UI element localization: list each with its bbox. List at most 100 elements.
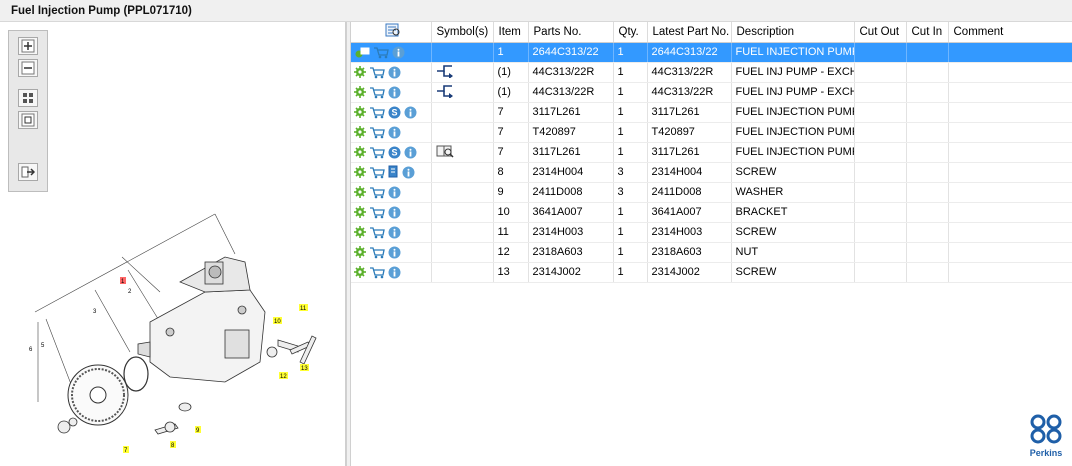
table-row[interactable]: S 7 3117L261 1 3117L261 FUEL INJECTION P… (351, 102, 1072, 123)
configure-icon[interactable] (354, 206, 366, 218)
exploded-parts-diagram[interactable]: 4 1 2 3 5 6 7 8 9 10 11 12 13 (10, 212, 330, 462)
configure-icon[interactable] (354, 166, 366, 178)
cut-in-cell (906, 102, 949, 123)
latest-part-number-cell: 44C313/22R (647, 82, 732, 103)
add-to-cart-icon[interactable] (369, 66, 385, 79)
description-cell: SCREW (731, 162, 855, 183)
info-icon[interactable] (388, 226, 401, 239)
configure-icon[interactable] (354, 226, 366, 238)
item-cell: 1 (493, 42, 529, 63)
add-to-cart-icon[interactable] (369, 86, 385, 99)
add-to-cart-icon[interactable] (369, 266, 385, 279)
configure-icon[interactable] (354, 66, 366, 78)
configure-icon[interactable] (354, 186, 366, 198)
header-latest-part-no[interactable]: Latest Part No. (647, 22, 732, 43)
service-s-icon[interactable]: S (388, 146, 401, 159)
part-number-cell: 2318A603 (528, 242, 614, 263)
latest-part-number-cell: 44C313/22R (647, 62, 732, 83)
description-cell: FUEL INJECTION PUMP G (731, 122, 855, 143)
configure-icon[interactable] (354, 86, 366, 98)
document-icon[interactable] (388, 165, 399, 179)
table-row[interactable]: 9 2411D008 3 2411D008 WASHER (351, 182, 1072, 203)
header-description[interactable]: Description (731, 22, 855, 43)
info-icon[interactable] (388, 186, 401, 199)
callout-12[interactable]: 12 (280, 374, 287, 380)
zoom-in-button[interactable] (18, 37, 38, 55)
info-icon[interactable] (388, 246, 401, 259)
header-actions[interactable] (351, 22, 432, 43)
table-row[interactable]: 11 2314H003 1 2314H003 SCREW (351, 222, 1072, 243)
callout-11[interactable]: 11 (300, 306, 307, 312)
info-icon[interactable] (392, 46, 405, 59)
add-to-cart-icon[interactable] (369, 146, 385, 159)
info-icon[interactable] (388, 126, 401, 139)
add-to-cart-icon[interactable] (369, 186, 385, 199)
fit-all-icon (23, 93, 33, 103)
latest-part-number-cell: 2411D008 (647, 182, 732, 203)
symbol-cell (431, 122, 494, 143)
configure-icon[interactable] (354, 146, 366, 158)
configure-icon[interactable] (354, 266, 366, 278)
configure-icon[interactable] (354, 246, 366, 258)
selected-part-icon[interactable] (354, 46, 370, 59)
configure-icon[interactable] (354, 106, 366, 118)
add-to-cart-icon[interactable] (373, 46, 389, 59)
info-icon[interactable] (402, 166, 415, 179)
add-to-cart-icon[interactable] (369, 246, 385, 259)
header-cut-out[interactable]: Cut Out (854, 22, 907, 43)
configure-icon[interactable] (354, 126, 366, 138)
info-icon[interactable] (388, 66, 401, 79)
table-row[interactable]: 12 2318A603 1 2318A603 NUT (351, 242, 1072, 263)
actual-size-button[interactable] (18, 111, 38, 129)
callout-4[interactable]: 4 (214, 212, 218, 213)
header-parts-no[interactable]: Parts No. (528, 22, 614, 43)
comment-cell (948, 262, 1072, 283)
fit-all-button[interactable] (18, 89, 38, 107)
symbol-cell (431, 262, 494, 283)
table-row[interactable]: 13 2314J002 1 2314J002 SCREW (351, 262, 1072, 283)
item-cell: (1) (493, 62, 529, 83)
zoom-out-button[interactable] (18, 59, 38, 77)
add-to-cart-icon[interactable] (369, 106, 385, 119)
table-row[interactable]: S 7 3117L261 1 3117L261 FUEL INJECTION P… (351, 142, 1072, 163)
cut-in-cell (906, 182, 949, 203)
info-icon[interactable] (388, 86, 401, 99)
row-actions (351, 122, 432, 143)
qty-cell: 1 (613, 122, 648, 143)
table-row[interactable]: 10 3641A007 1 3641A007 BRACKET (351, 202, 1072, 223)
add-to-cart-icon[interactable] (369, 206, 385, 219)
table-row[interactable]: (1) 44C313/22R 1 44C313/22R FUEL INJ PUM… (351, 62, 1072, 83)
item-cell: 8 (493, 162, 529, 183)
table-row[interactable]: (1) 44C313/22R 1 44C313/22R FUEL INJ PUM… (351, 82, 1072, 103)
info-icon[interactable] (388, 206, 401, 219)
header-qty[interactable]: Qty. (613, 22, 648, 43)
header-row: Symbol(s) Item Parts No. Qty. Latest Par… (351, 22, 1072, 43)
callout-10[interactable]: 10 (274, 319, 281, 325)
info-icon[interactable] (388, 266, 401, 279)
latest-part-number-cell: 3641A007 (647, 202, 732, 223)
info-icon[interactable] (404, 146, 417, 159)
callout-5[interactable]: 5 (41, 343, 45, 349)
table-row[interactable]: 7 T420897 1 T420897 FUEL INJECTION PUMP … (351, 122, 1072, 143)
qty-cell: 1 (613, 262, 648, 283)
export-button[interactable] (18, 163, 38, 181)
header-symbols[interactable]: Symbol(s) (431, 22, 494, 43)
callout-3[interactable]: 3 (93, 309, 97, 315)
cut-in-cell (906, 262, 949, 283)
description-cell: SCREW (731, 262, 855, 283)
info-icon[interactable] (404, 106, 417, 119)
callout-6[interactable]: 6 (29, 347, 33, 353)
add-to-cart-icon[interactable] (369, 226, 385, 239)
table-row[interactable]: 1 2644C313/22 1 2644C313/22 FUEL INJECTI… (351, 42, 1072, 63)
callout-2[interactable]: 2 (128, 289, 132, 295)
service-s-icon[interactable]: S (388, 106, 401, 119)
header-item[interactable]: Item (493, 22, 529, 43)
add-to-cart-icon[interactable] (369, 126, 385, 139)
table-row[interactable]: 8 2314H004 3 2314H004 SCREW (351, 162, 1072, 183)
header-comment[interactable]: Comment (948, 22, 1072, 43)
qty-cell: 1 (613, 102, 648, 123)
callout-13[interactable]: 13 (301, 366, 308, 372)
header-cut-in[interactable]: Cut In (906, 22, 949, 43)
add-to-cart-icon[interactable] (369, 166, 385, 179)
row-actions (351, 202, 432, 223)
